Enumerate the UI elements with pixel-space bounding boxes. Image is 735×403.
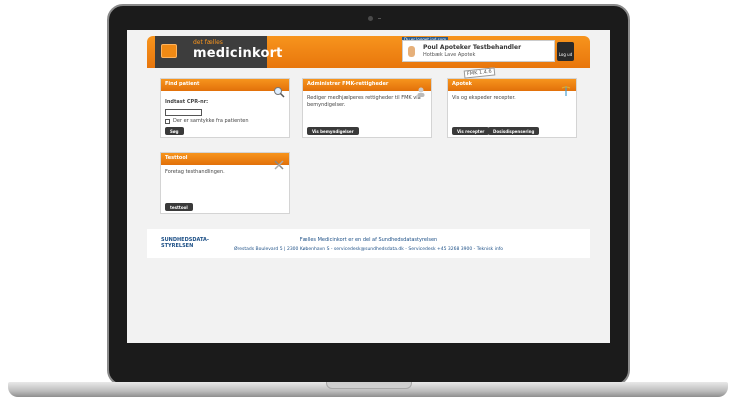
logo-main-text: medicinkort [193,46,283,61]
laptop-notch [326,382,412,389]
find-patient-title: Find patient [161,79,289,91]
user-info: Poul Apoteker Testbehandler Hotbæk Lave … [402,40,555,62]
apotek-panel: FMK 1.4.6 Apotek Vis og ekspeder recepte… [447,67,577,138]
user-location: Hotbæk Lave Apotek [423,52,476,58]
consent-checkbox[interactable] [165,119,170,124]
testtool-description: Foretag testhandlingen. [165,169,225,175]
card-icon [161,44,177,58]
testtool-button[interactable]: testtool [165,203,193,211]
show-authorizations-button[interactable]: Vis bemyndigelser [307,127,359,135]
logo-small-text: det fælles [193,39,223,46]
app-logo[interactable]: det fælles medicinkort [155,36,282,68]
person-icon [417,87,425,97]
fmk-rights-title: Administrer FMK-rettigheder [303,79,431,91]
version-badge: FMK 1.4.6 [463,67,496,79]
cpr-label: Indtast CPR-nr: [165,99,209,105]
apotek-description: Vis og ekspeder recepter. [452,95,516,101]
fmk-rights-body: Rediger medhjælperes rettigheder til FMK… [303,91,431,113]
testtool-panel: Testtool Foretag testhandlingen. testtoo… [160,152,290,214]
camera-indicator [378,18,381,19]
consent-label: Der er samtykke fra patienten [173,118,249,124]
fmk-rights-panel: Administrer FMK-rettigheder Rediger medh… [302,78,432,138]
fmk-rights-description: Rediger medhjælperes rettigheder til FMK… [307,95,421,108]
camera-icon [368,16,373,21]
user-name: Poul Apoteker Testbehandler [423,44,522,51]
find-patient-panel: Find patient Indtast CPR-nr: Der er samt… [160,78,290,138]
testtool-body: Foretag testhandlingen. [161,165,289,180]
logout-button[interactable]: Log ud [557,42,574,61]
dose-dispensing-button[interactable]: Dosisdispensering [488,127,540,135]
show-prescriptions-button[interactable]: Vis recepter [452,127,490,135]
footer-text: Fælles Medicinkort er en del af Sundheds… [299,237,438,243]
magnifier-icon [274,87,285,98]
logout-label: Log ud [558,52,573,57]
testtool-title: Testtool [161,153,289,165]
caduceus-icon [561,86,571,96]
footer: SUNDHEDSDATA- STYRELSEN Fælles Medicinko… [147,229,590,258]
find-patient-body: Indtast CPR-nr: [161,91,289,110]
apotek-title: Apotek [448,79,576,91]
tools-icon [274,160,284,170]
cpr-input[interactable] [165,109,202,116]
app-screen: det fælles medicinkort Du er logget ind … [127,30,610,343]
user-avatar-icon [408,46,415,57]
footer-contact[interactable]: Ørestads Boulevard 5 | 2300 København S … [147,247,590,252]
apotek-body: Vis og ekspeder recepter. [448,91,576,106]
search-button[interactable]: Søg [165,127,184,135]
